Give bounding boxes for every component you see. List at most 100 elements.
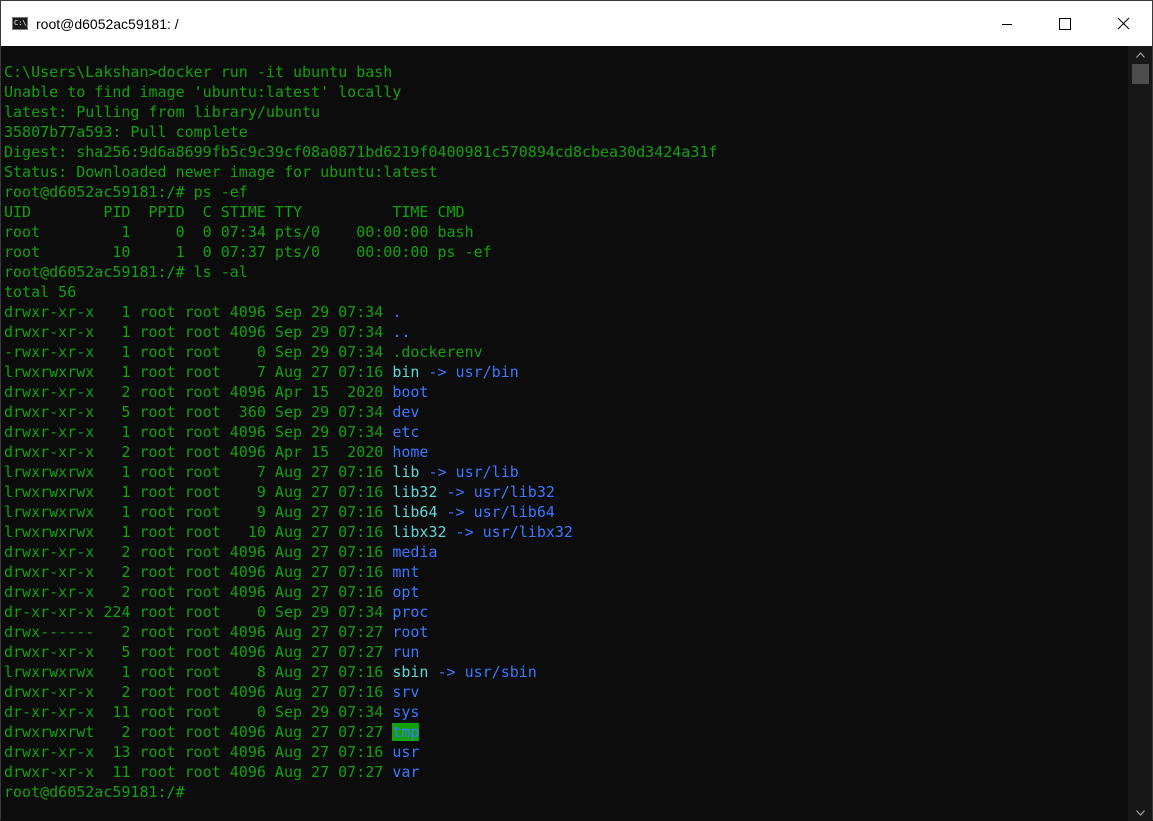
window-title: root@d6052ac59181: /: [36, 15, 179, 32]
listing-row: drwxr-xr-x 2 root root 4096 Aug 27 07:16…: [4, 582, 419, 602]
listing-row: lrwxrwxrwx 1 root root 9 Aug 27 07:16 li…: [4, 502, 555, 522]
terminal-line: root 1 0 0 07:34 pts/0 00:00:00 bash: [4, 223, 474, 241]
listing-meta: dr-xr-xr-x 224 root root 0 Sep 29 07:34: [4, 603, 393, 621]
listing-meta: lrwxrwxrwx 1 root root 9 Aug 27 07:16: [4, 503, 393, 521]
listing-name: root: [392, 623, 429, 641]
listing-row: -rwxr-xr-x 1 root root 0 Sep 29 07:34 .d…: [4, 342, 483, 362]
title-bar[interactable]: C:\_ root@d6052ac59181: /: [1, 1, 1152, 46]
listing-row: drwx------ 2 root root 4096 Aug 27 07:27…: [4, 622, 428, 642]
terminal-line: Digest: sha256:9d6a8699fb5c9c39cf08a0871…: [4, 143, 718, 161]
maximize-button[interactable]: [1036, 1, 1094, 46]
listing-meta: -rwxr-xr-x 1 root root 0 Sep 29 07:34: [4, 343, 393, 361]
listing-name: bin: [392, 363, 420, 381]
symlink-target: usr/lib64: [473, 503, 555, 521]
terminal-line: 35807b77a593: Pull complete: [4, 123, 248, 141]
symlink-arrow: ->: [419, 463, 456, 481]
listing-row: lrwxrwxrwx 1 root root 7 Aug 27 07:16 li…: [4, 462, 519, 482]
maximize-icon: [1059, 17, 1071, 30]
listing-name: home: [392, 443, 429, 461]
listing-name: etc: [392, 423, 420, 441]
minimize-icon: [1002, 23, 1012, 25]
listing-meta: drwxr-xr-x 2 root root 4096 Aug 27 07:16: [4, 563, 393, 581]
symlink-arrow: ->: [446, 523, 483, 541]
listing-meta: drwxr-xr-x 2 root root 4096 Aug 27 07:16: [4, 543, 393, 561]
listing-meta: drwxr-xr-x 2 root root 4096 Aug 27 07:16: [4, 683, 393, 701]
listing-row: drwxr-xr-x 1 root root 4096 Sep 29 07:34…: [4, 302, 401, 322]
listing-row: drwxr-xr-x 5 root root 360 Sep 29 07:34 …: [4, 402, 419, 422]
prompt-line: root@d6052ac59181:/#: [4, 783, 185, 801]
listing-meta: drwxr-xr-x 11 root root 4096 Aug 27 07:2…: [4, 763, 393, 781]
listing-name: opt: [392, 583, 420, 601]
listing-row: drwxr-xr-x 13 root root 4096 Aug 27 07:1…: [4, 742, 419, 762]
chevron-up-icon: [1135, 51, 1145, 58]
symlink-arrow: ->: [428, 663, 465, 681]
listing-meta: drwxr-xr-x 2 root root 4096 Apr 15 2020: [4, 443, 393, 461]
listing-name: ..: [392, 323, 411, 341]
listing-row: lrwxrwxrwx 1 root root 10 Aug 27 07:16 l…: [4, 522, 573, 542]
symlink-target: usr/lib32: [473, 483, 555, 501]
listing-row: drwxr-xr-x 1 root root 4096 Sep 29 07:34…: [4, 322, 410, 342]
symlink-target: usr/lib: [455, 463, 519, 481]
listing-meta: drwxr-xr-x 1 root root 4096 Sep 29 07:34: [4, 423, 393, 441]
terminal-line: Unable to find image 'ubuntu:latest' loc…: [4, 83, 402, 101]
listing-row: drwxr-xr-x 2 root root 4096 Aug 27 07:16…: [4, 682, 419, 702]
listing-meta: drwxr-xr-x 13 root root 4096 Aug 27 07:1…: [4, 743, 393, 761]
listing-name: dev: [392, 403, 420, 421]
listing-name: proc: [392, 603, 429, 621]
listing-meta: lrwxrwxrwx 1 root root 7 Aug 27 07:16: [4, 463, 393, 481]
terminal-output[interactable]: C:\Users\Lakshan>docker run -it ubuntu b…: [1, 46, 1129, 821]
listing-name: var: [392, 763, 420, 781]
listing-name: run: [392, 643, 420, 661]
listing-name: srv: [392, 683, 420, 701]
listing-name: usr: [392, 743, 420, 761]
listing-row: dr-xr-xr-x 11 root root 0 Sep 29 07:34 s…: [4, 702, 419, 722]
listing-meta: lrwxrwxrwx 1 root root 7 Aug 27 07:16: [4, 363, 393, 381]
terminal-line: Status: Downloaded newer image for ubunt…: [4, 163, 438, 181]
symlink-target: usr/libx32: [482, 523, 573, 541]
listing-meta: lrwxrwxrwx 1 root root 9 Aug 27 07:16: [4, 483, 393, 501]
listing-row: drwxrwxrwt 2 root root 4096 Aug 27 07:27…: [4, 722, 420, 742]
minimize-button[interactable]: [978, 1, 1036, 46]
listing-row: drwxr-xr-x 2 root root 4096 Apr 15 2020 …: [4, 382, 428, 402]
listing-row: drwxr-xr-x 11 root root 4096 Aug 27 07:2…: [4, 762, 419, 782]
listing-meta: drwxr-xr-x 5 root root 4096 Aug 27 07:27: [4, 643, 393, 661]
listing-name: .: [392, 303, 402, 321]
terminal-line: UID PID PPID C STIME TTY TIME CMD: [4, 203, 465, 221]
listing-meta: drwxr-xr-x 2 root root 4096 Aug 27 07:16: [4, 583, 393, 601]
listing-name: .dockerenv: [392, 343, 483, 361]
close-button[interactable]: [1094, 1, 1152, 46]
terminal-line: root@d6052ac59181:/# ls -al: [4, 263, 248, 281]
console-app-icon[interactable]: C:\_: [12, 17, 31, 30]
scroll-down-button[interactable]: [1128, 804, 1152, 821]
symlink-arrow: ->: [437, 503, 474, 521]
listing-meta: drwxr-xr-x 5 root root 360 Sep 29 07:34: [4, 403, 393, 421]
vertical-scrollbar[interactable]: [1128, 46, 1152, 821]
listing-meta: drwxr-xr-x 1 root root 4096 Sep 29 07:34: [4, 303, 393, 321]
terminal-line: root 10 1 0 07:37 pts/0 00:00:00 ps -ef: [4, 243, 492, 261]
symlink-arrow: ->: [419, 363, 456, 381]
listing-row: drwxr-xr-x 2 root root 4096 Aug 27 07:16…: [4, 542, 437, 562]
chevron-down-icon: [1135, 809, 1145, 816]
symlink-target: usr/bin: [455, 363, 519, 381]
listing-row: dr-xr-xr-x 224 root root 0 Sep 29 07:34 …: [4, 602, 428, 622]
listing-row: lrwxrwxrwx 1 root root 9 Aug 27 07:16 li…: [4, 482, 555, 502]
scroll-up-button[interactable]: [1128, 46, 1152, 63]
listing-name: sbin: [392, 663, 429, 681]
scrollbar-thumb[interactable]: [1132, 64, 1149, 84]
listing-name: lib: [392, 463, 420, 481]
listing-meta: drwxr-xr-x 1 root root 4096 Sep 29 07:34: [4, 323, 393, 341]
symlink-target: usr/sbin: [464, 663, 537, 681]
listing-meta: dr-xr-xr-x 11 root root 0 Sep 29 07:34: [4, 703, 393, 721]
terminal-line: C:\Users\Lakshan>docker run -it ubuntu b…: [4, 63, 393, 81]
listing-meta: drwxr-xr-x 2 root root 4096 Apr 15 2020: [4, 383, 393, 401]
terminal-line: latest: Pulling from library/ubuntu: [4, 103, 321, 121]
listing-name: tmp: [392, 723, 420, 741]
listing-name: libx32: [392, 523, 447, 541]
listing-name: sys: [392, 703, 420, 721]
listing-name: media: [392, 543, 438, 561]
listing-meta: lrwxrwxrwx 1 root root 10 Aug 27 07:16: [4, 523, 393, 541]
listing-name: lib32: [392, 483, 438, 501]
listing-row: drwxr-xr-x 1 root root 4096 Sep 29 07:34…: [4, 422, 419, 442]
listing-row: lrwxrwxrwx 1 root root 7 Aug 27 07:16 bi…: [4, 362, 519, 382]
caption-buttons: [978, 1, 1152, 46]
